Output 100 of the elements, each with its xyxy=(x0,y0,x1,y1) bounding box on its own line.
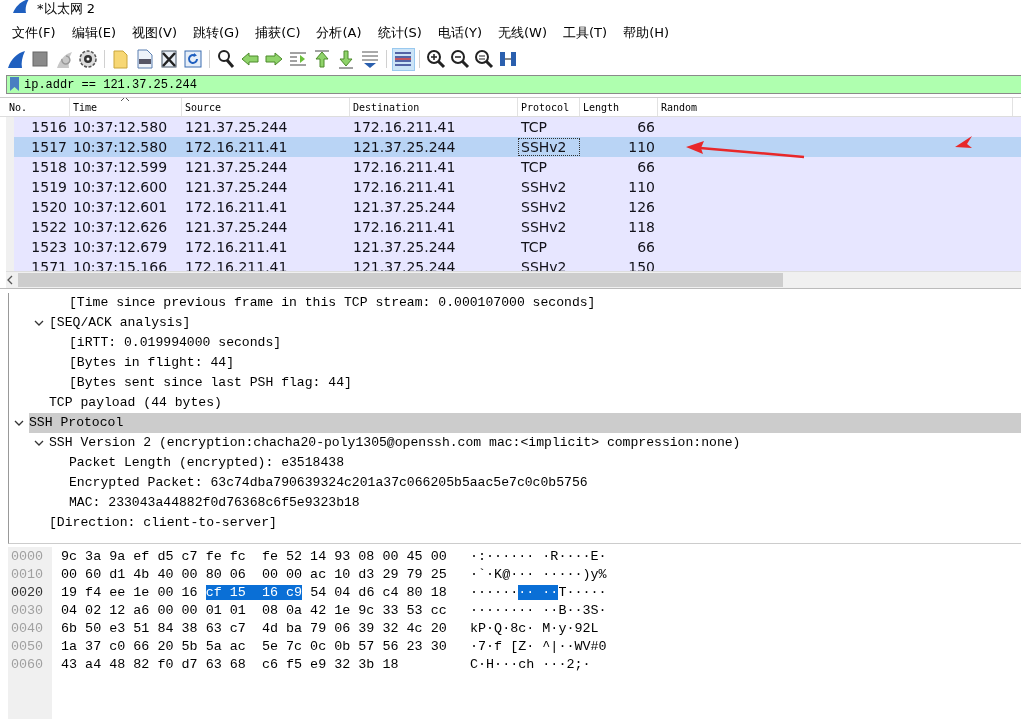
tree-item[interactable]: [iRTT: 0.019994000 seconds] xyxy=(69,333,1021,353)
table-cell-text: 172.16.211.41 xyxy=(352,158,457,176)
toolbar-button[interactable] xyxy=(76,47,100,71)
column-header[interactable]: Destination xyxy=(350,98,518,116)
table-cell-text: 121.37.25.244 xyxy=(184,178,289,196)
ascii-bytes[interactable]: ········ ··B··3S· xyxy=(470,602,607,618)
table-cell-text: 121.37.25.244 xyxy=(184,158,289,176)
filter-field[interactable]: ip.addr == 121.37.25.244 xyxy=(6,75,1021,94)
tree-item[interactable]: TCP payload (44 bytes) xyxy=(49,393,1021,413)
menu-item[interactable]: 文件(F) xyxy=(4,22,64,44)
table-cell-text: SSHv2 xyxy=(520,178,568,196)
tree-item[interactable]: [Time since previous frame in this TCP stream: 0.000107000 seconds] xyxy=(69,293,1021,313)
menu-item[interactable]: 视图(V) xyxy=(124,22,186,44)
tree-item[interactable]: [Direction: client-to-server] xyxy=(49,513,1021,533)
table-row[interactable]: 1523 10:37:12.679 172.16.211.41 121.37.25.244 TCP 66 xyxy=(14,237,1021,257)
ascii-bytes[interactable]: ·`·K@··· ·····)y% xyxy=(470,566,607,582)
menu-item[interactable]: 编辑(E) xyxy=(63,22,124,44)
file-icon xyxy=(135,49,155,69)
chevron-icon[interactable] xyxy=(34,439,44,447)
column-header[interactable]: Time xyxy=(70,98,182,116)
column-header[interactable]: No. xyxy=(6,98,70,116)
tree-item[interactable]: Encrypted Packet: 63c74dba790639324c201a37c066205b5aac5e7c0c0b5756 xyxy=(69,473,1021,493)
table-row[interactable]: 1518 10:37:12.599 121.37.25.244 172.16.211.41 TCP 66 xyxy=(14,157,1021,177)
arrow-left-icon xyxy=(240,49,260,69)
hex-bytes[interactable]: 43 a4 48 82 f0 d7 63 68 c6 f5 e9 32 3b 18 xyxy=(61,656,399,672)
chevron-icon[interactable] xyxy=(14,419,24,427)
toolbar-button[interactable] xyxy=(181,47,205,71)
chevron-icon[interactable] xyxy=(34,319,44,327)
table-cell-text: 1517 xyxy=(30,138,68,156)
table-cell-text: 121.37.25.244 xyxy=(184,218,289,236)
column-header[interactable]: Length xyxy=(580,98,658,116)
table-cell-text: TCP xyxy=(520,238,548,256)
table-cell-text: 172.16.211.41 xyxy=(352,178,457,196)
table-cell-text: 10:37:12.599 xyxy=(72,158,169,176)
table-cell-text: 172.16.211.41 xyxy=(184,198,289,216)
hex-bytes[interactable]: cf 15 16 c9 xyxy=(205,584,303,600)
hex-bytes[interactable]: 04 02 12 a6 00 00 01 01 08 0a 42 1e 9c 33 53 cc xyxy=(61,602,447,618)
menu-item[interactable]: 帮助(H) xyxy=(615,22,678,44)
table-cell-text: 118 xyxy=(627,218,656,236)
table-row[interactable]: 1517 10:37:12.580 172.16.211.41 121.37.25.244 SSHv2 110 xyxy=(14,137,1021,157)
toolbar-button[interactable] xyxy=(448,47,472,71)
table-row[interactable]: 1516 10:37:12.580 121.37.25.244 172.16.211.41 TCP 66 xyxy=(14,117,1021,137)
folder-icon xyxy=(111,49,131,69)
arrow-up-icon xyxy=(312,49,332,69)
table-cell-text: 1519 xyxy=(30,178,68,196)
ascii-bytes[interactable]: ······ xyxy=(470,584,519,600)
tree-item[interactable]: SSH Version 2 (encryption:chacha20-poly1305@openssh.com mac:<implicit> compression:none) xyxy=(49,433,1021,453)
column-header[interactable]: Source xyxy=(182,98,350,116)
hex-bytes[interactable]: 00 60 d1 4b 40 00 80 06 00 00 ac 10 d3 29 79 25 xyxy=(61,566,447,582)
table-cell-text: 66 xyxy=(636,118,656,136)
table-cell-text: 10:37:12.600 xyxy=(72,178,169,196)
table-cell-text: 10:37:12.580 xyxy=(72,118,169,136)
table-row[interactable]: 1519 10:37:12.600 121.37.25.244 172.16.211.41 SSHv2 110 xyxy=(14,177,1021,197)
arrow-right-icon xyxy=(264,49,284,69)
menu-item[interactable]: 捕获(C) xyxy=(247,22,309,44)
toolbar-button[interactable] xyxy=(472,47,496,71)
menu-item[interactable]: 无线(W) xyxy=(490,22,556,44)
hex-bytes[interactable]: 6b 50 e3 51 84 38 63 c7 4d ba 79 06 39 32 4c 20 xyxy=(61,620,447,636)
scrollbar-thumb[interactable] xyxy=(18,273,783,287)
hex-bytes[interactable]: 19 f4 ee 1e 00 16 xyxy=(61,584,206,600)
table-cell-text: 121.37.25.244 xyxy=(352,138,457,156)
tree-item[interactable]: [SEQ/ACK analysis] xyxy=(49,313,1021,333)
tree-item[interactable]: [Bytes in flight: 44] xyxy=(69,353,1021,373)
ascii-bytes[interactable]: kP·Q·8c· M·y·92L xyxy=(470,620,599,636)
table-cell-text: 110 xyxy=(627,178,656,196)
byte-offset: 0030 xyxy=(10,602,45,618)
byte-offset: 0050 xyxy=(10,638,45,654)
menu-item[interactable]: 分析(A) xyxy=(308,22,370,44)
hex-bytes[interactable]: 54 04 d6 c4 80 18 xyxy=(302,584,447,600)
tree-item[interactable]: MAC: 233043a44882f0d76368c6f5e9323b18 xyxy=(69,493,1021,513)
ascii-bytes[interactable]: ·7·f [Z· ^|··WV#0 xyxy=(470,638,607,654)
gear-icon xyxy=(78,49,98,69)
column-header[interactable]: Protocol xyxy=(518,98,580,116)
table-cell-text: 121.37.25.244 xyxy=(352,238,457,256)
column-header[interactable]: Random xyxy=(658,98,1013,116)
hex-bytes[interactable]: 9c 3a 9a ef d5 c7 fe fc fe 52 14 93 08 00 45 00 xyxy=(61,548,447,564)
table-row[interactable]: 1520 10:37:12.601 172.16.211.41 121.37.25.244 SSHv2 126 xyxy=(14,197,1021,217)
byte-offset: 0020 xyxy=(10,584,45,600)
ascii-bytes[interactable]: ·· ·· xyxy=(518,584,559,600)
toolbar-button[interactable] xyxy=(424,47,448,71)
menu-item[interactable]: 工具(T) xyxy=(555,22,616,44)
menu-item[interactable]: 电话(Y) xyxy=(429,22,491,44)
table-cell: SSHv2 xyxy=(518,138,580,156)
ascii-bytes[interactable]: C·H···ch ···2;· xyxy=(470,656,591,672)
ascii-bytes[interactable]: T····· xyxy=(558,584,607,600)
menu-item[interactable]: 统计(S) xyxy=(369,22,430,44)
table-cell-text: 172.16.211.41 xyxy=(184,238,289,256)
table-row[interactable]: 1522 10:37:12.626 121.37.25.244 172.16.211.41 SSHv2 118 xyxy=(14,217,1021,237)
zoom-in-icon xyxy=(426,49,446,69)
table-cell-text: 66 xyxy=(636,158,656,176)
table-cell-text: TCP xyxy=(520,118,548,136)
tree-item[interactable]: SSH Protocol xyxy=(29,413,1021,433)
menu-item[interactable]: 跳转(G) xyxy=(185,22,248,44)
hex-bytes[interactable]: 1a 37 c0 66 20 5b 5a ac 5e 7c 0c 0b 57 56 23 30 xyxy=(61,638,447,654)
table-cell-text: 10:37:12.580 xyxy=(72,138,169,156)
tree-item[interactable]: Packet Length (encrypted): e3518438 xyxy=(69,453,1021,473)
table-cell-text: TCP xyxy=(520,158,548,176)
tree-item[interactable]: [Bytes sent since last PSH flag: 44] xyxy=(69,373,1021,393)
table-cell-text: 121.37.25.244 xyxy=(184,118,289,136)
ascii-bytes[interactable]: ·:······ ·R····E· xyxy=(470,548,607,564)
